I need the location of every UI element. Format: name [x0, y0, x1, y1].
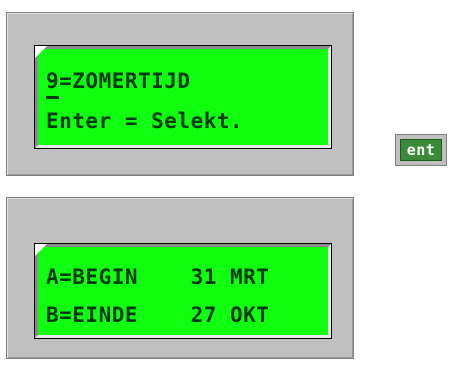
bottom-display-panel: A=BEGIN 31 MRT B=EINDE 27 OKT	[6, 197, 354, 359]
ent-button-label: ent	[400, 139, 442, 161]
lcd-corner-marker	[35, 46, 47, 58]
bottom-lcd-screen: A=BEGIN 31 MRT B=EINDE 27 OKT	[34, 243, 332, 339]
ent-button[interactable]: ent	[395, 134, 447, 166]
bottom-lcd-line-1: A=BEGIN 31 MRT	[46, 265, 270, 289]
top-lcd-screen: 9=ZOMERTIJD Enter = Selekt.	[34, 45, 332, 149]
top-lcd-line-2: Enter = Selekt.	[46, 109, 244, 133]
bottom-lcd-line-2: B=EINDE 27 OKT	[46, 303, 270, 327]
lcd-cursor	[46, 96, 59, 99]
lcd-corner-marker	[35, 244, 47, 256]
top-lcd-line-1: 9=ZOMERTIJD	[46, 69, 191, 93]
top-display-panel: 9=ZOMERTIJD Enter = Selekt.	[6, 12, 354, 176]
